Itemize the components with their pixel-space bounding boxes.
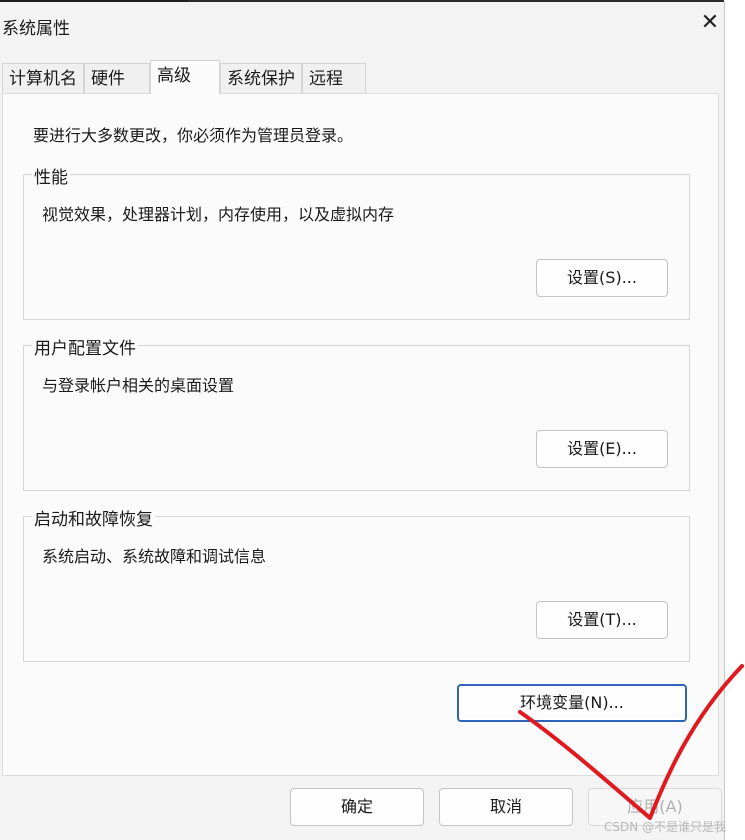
dialog-title: 系统属性 xyxy=(2,19,70,39)
cancel-button[interactable]: 取消 xyxy=(439,788,573,826)
environment-variables-button[interactable]: 环境变量(N)... xyxy=(457,684,687,722)
close-icon[interactable]: ✕ xyxy=(700,12,720,34)
tab-computer-name[interactable]: 计算机名 xyxy=(2,63,84,93)
startup-recovery-group-title: 启动和故障恢复 xyxy=(32,505,155,530)
admin-note: 要进行大多数更改，你必须作为管理员登录。 xyxy=(33,126,354,145)
tab-hardware[interactable]: 硬件 xyxy=(84,63,150,93)
tab-remote[interactable]: 远程 xyxy=(302,63,366,93)
startup-recovery-description: 系统启动、系统故障和调试信息 xyxy=(42,547,267,566)
csdn-watermark: CSDN @不是谁只是我 xyxy=(604,820,727,834)
advanced-tab-panel: 要进行大多数更改，你必须作为管理员登录。 性能 视觉效果，处理器计划，内存使用，… xyxy=(2,93,719,776)
system-properties-dialog: 系统属性 ✕ 计算机名 硬件 高级 系统保护 远程 要进行大多数更改，你必须作为… xyxy=(0,2,725,840)
user-profiles-description: 与登录帐户相关的桌面设置 xyxy=(42,376,235,395)
startup-recovery-settings-button[interactable]: 设置(T)... xyxy=(536,601,668,639)
performance-description: 视觉效果，处理器计划，内存使用，以及虚拟内存 xyxy=(42,205,395,224)
user-profiles-settings-button[interactable]: 设置(E)... xyxy=(536,430,668,468)
user-profiles-group: 用户配置文件 与登录帐户相关的桌面设置 设置(E)... xyxy=(23,334,690,491)
tab-system-protection[interactable]: 系统保护 xyxy=(220,63,302,93)
ok-button[interactable]: 确定 xyxy=(290,788,424,826)
user-profiles-group-title: 用户配置文件 xyxy=(32,334,138,359)
performance-settings-button[interactable]: 设置(S)... xyxy=(536,259,668,297)
performance-group-title: 性能 xyxy=(32,163,70,188)
startup-recovery-group: 启动和故障恢复 系统启动、系统故障和调试信息 设置(T)... xyxy=(23,505,690,662)
tab-advanced[interactable]: 高级 xyxy=(150,60,220,94)
performance-group: 性能 视觉效果，处理器计划，内存使用，以及虚拟内存 设置(S)... xyxy=(23,163,690,320)
